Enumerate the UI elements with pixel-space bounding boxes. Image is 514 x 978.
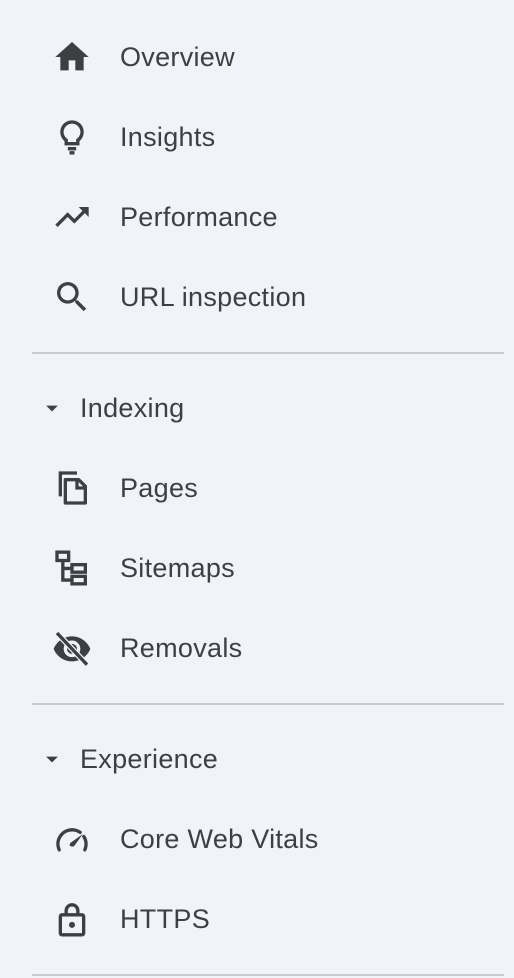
caret-down-icon: [38, 394, 66, 422]
nav-item-label: HTTPS: [120, 904, 211, 934]
section-title: Indexing: [80, 393, 185, 423]
nav-item-url-inspection[interactable]: URL inspection: [0, 257, 514, 337]
nav-item-overview[interactable]: Overview: [0, 17, 514, 97]
nav-item-label: URL inspection: [120, 282, 307, 312]
nav-item-label: Removals: [120, 633, 243, 663]
nav-item-insights[interactable]: Insights: [0, 97, 514, 177]
lock-icon: [52, 899, 92, 939]
home-icon: [52, 37, 92, 77]
nav-item-label: Overview: [120, 42, 235, 72]
speed-gauge-icon: [52, 819, 92, 859]
nav-item-removals[interactable]: Removals: [0, 608, 514, 688]
nav-item-performance[interactable]: Performance: [0, 177, 514, 257]
lightbulb-icon: [52, 117, 92, 157]
section-title: Experience: [80, 744, 219, 774]
nav-item-label: Performance: [120, 202, 278, 232]
section-header-experience[interactable]: Experience: [0, 719, 514, 799]
sitemap-icon: [52, 548, 92, 588]
divider: [32, 352, 504, 354]
divider: [32, 703, 504, 705]
nav-item-label: Sitemaps: [120, 553, 235, 583]
nav-item-https[interactable]: HTTPS: [0, 879, 514, 959]
nav-item-sitemaps[interactable]: Sitemaps: [0, 528, 514, 608]
section-header-indexing[interactable]: Indexing: [0, 368, 514, 448]
nav-item-pages[interactable]: Pages: [0, 448, 514, 528]
search-icon: [52, 277, 92, 317]
caret-down-icon: [38, 745, 66, 773]
nav-item-label: Core Web Vitals: [120, 824, 319, 854]
divider: [32, 974, 504, 976]
pages-icon: [52, 468, 92, 508]
visibility-off-icon: [52, 628, 92, 668]
nav-item-label: Insights: [120, 122, 216, 152]
sidebar-nav: Overview Insights Performance URL inspec…: [0, 0, 514, 978]
nav-item-label: Pages: [120, 473, 199, 503]
nav-item-core-web-vitals[interactable]: Core Web Vitals: [0, 799, 514, 879]
trending-up-icon: [52, 197, 92, 237]
